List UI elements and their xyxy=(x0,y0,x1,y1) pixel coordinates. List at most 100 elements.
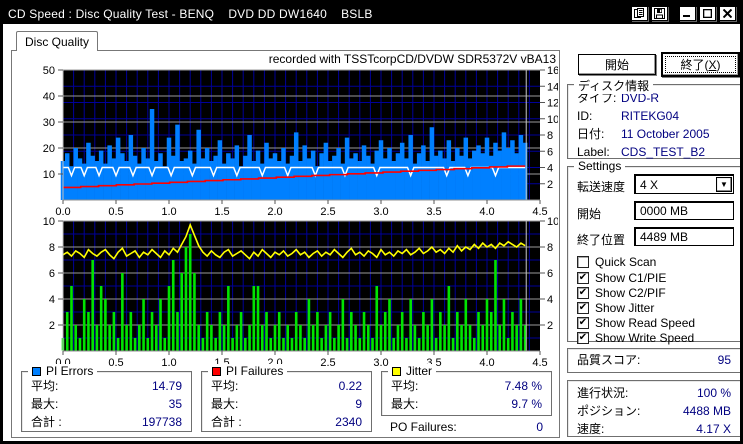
svg-text:6: 6 xyxy=(49,268,55,280)
svg-text:2.5: 2.5 xyxy=(320,357,335,369)
title-bar: CD Speed : Disc Quality Test - BENQ DVD … xyxy=(3,3,740,24)
svg-text:50: 50 xyxy=(43,65,55,77)
save-button[interactable] xyxy=(651,6,668,21)
end-position-input[interactable]: 4489 MB xyxy=(634,227,734,246)
stat-value: 9 xyxy=(355,397,362,411)
svg-text:3.0: 3.0 xyxy=(373,206,388,218)
svg-text:8: 8 xyxy=(49,242,55,254)
svg-text:2.5: 2.5 xyxy=(320,206,335,218)
svg-text:8: 8 xyxy=(547,242,553,254)
svg-text:4: 4 xyxy=(49,294,55,306)
svg-text:2: 2 xyxy=(547,179,553,191)
report-button[interactable] xyxy=(631,6,648,21)
combobox-arrow-icon[interactable]: ▼ xyxy=(716,177,732,192)
disc-id-value: RITEKG04 xyxy=(621,109,680,123)
exit-button[interactable]: 終了(X) xyxy=(661,52,740,77)
svg-text:2.0: 2.0 xyxy=(267,206,282,218)
svg-text:10: 10 xyxy=(43,216,55,228)
svg-text:1.0: 1.0 xyxy=(161,357,176,369)
pi-errors-legend: PI Errors xyxy=(46,364,94,378)
minimize-icon xyxy=(683,15,690,17)
stat-value: 2340 xyxy=(335,415,362,429)
stat-label: 最大: xyxy=(391,397,419,411)
checkbox-quick-scan[interactable]: Quick Scan xyxy=(577,255,656,269)
stat-label: 合計 : xyxy=(211,415,242,429)
svg-text:0.0: 0.0 xyxy=(55,206,70,218)
checkbox-show-read-speed[interactable]: ✔ Show Read Speed xyxy=(577,316,695,330)
svg-text:6: 6 xyxy=(547,146,553,158)
svg-text:0.5: 0.5 xyxy=(108,357,123,369)
checkbox-show-jitter[interactable]: ✔ Show Jitter xyxy=(577,301,654,315)
position-label: ポジション: xyxy=(577,404,641,418)
po-failures-value: 0 xyxy=(536,420,543,434)
speed-combobox[interactable]: 4 X ▼ xyxy=(634,174,734,194)
stat-label: 最大: xyxy=(31,397,59,411)
stat-label: 平均: xyxy=(391,379,419,393)
svg-text:4.5: 4.5 xyxy=(532,357,547,369)
checkbox-box[interactable]: ✔ xyxy=(577,286,589,299)
stat-value: 35 xyxy=(168,397,182,411)
checkbox-box[interactable]: ✔ xyxy=(577,271,589,284)
progress-label: 進行状況: xyxy=(577,386,629,400)
pi-failures-groupbox: PI Failures 平均: 0.22 最大: 9 合計 : 2340 xyxy=(201,364,372,432)
svg-text:12: 12 xyxy=(547,98,558,110)
checkbox-show-write-speed[interactable]: ✔ Show Write Speed xyxy=(577,331,694,345)
svg-text:4.0: 4.0 xyxy=(479,357,494,369)
jitter-groupbox: Jitter 平均: 7.48 % 最大: 9.7 % xyxy=(381,364,552,416)
svg-text:10: 10 xyxy=(547,114,558,126)
quality-score-box: 品質スコア: 95 xyxy=(567,348,740,373)
end-position-label: 終了位置 xyxy=(577,233,626,247)
start-button[interactable]: 開始 xyxy=(578,54,656,75)
svg-text:40: 40 xyxy=(43,91,55,103)
svg-text:0.5: 0.5 xyxy=(108,206,123,218)
speed-readout-label: 速度: xyxy=(577,422,605,436)
minimize-button[interactable] xyxy=(679,6,696,21)
progress-box: 進行状況: 100 % ポジション: 4488 MB 速度: 4.17 X xyxy=(567,380,740,437)
quality-score-label: 品質スコア: xyxy=(577,353,641,367)
settings-legend: Settings xyxy=(574,159,626,173)
stat-value: 14.79 xyxy=(151,379,182,393)
checkbox-show-c2-pif[interactable]: ✔ Show C2/PIF xyxy=(577,286,666,300)
stat-label: 平均: xyxy=(31,379,59,393)
stat-value: 197738 xyxy=(141,415,182,429)
app-window: CD Speed : Disc Quality Test - BENQ DVD … xyxy=(0,0,743,444)
tab-disc-quality[interactable]: Disc Quality xyxy=(16,31,98,51)
svg-text:4: 4 xyxy=(547,163,553,175)
stat-label: 最大: xyxy=(211,397,239,411)
stat-value: 0.22 xyxy=(338,379,362,393)
progress-value: 100 % xyxy=(696,386,731,400)
svg-text:1.5: 1.5 xyxy=(214,206,229,218)
svg-text:4.5: 4.5 xyxy=(532,206,547,218)
svg-text:4.0: 4.0 xyxy=(479,206,494,218)
disc-info-label: Label: xyxy=(577,145,610,159)
disc-info-label: ID: xyxy=(577,109,593,123)
stat-label: 合計 : xyxy=(31,415,62,429)
save-icon xyxy=(654,8,665,19)
po-failures-row: PO Failures: 0 xyxy=(381,420,552,434)
checkbox-box[interactable]: ✔ xyxy=(577,331,589,344)
checkbox-box[interactable]: ✔ xyxy=(577,301,589,314)
disc-date-value: 11 October 2005 xyxy=(621,127,710,141)
svg-text:30: 30 xyxy=(43,117,55,129)
report-icon xyxy=(634,8,644,18)
pi-failures-legend-swatch xyxy=(212,366,221,376)
po-failures-label: PO Failures: xyxy=(390,420,457,434)
start-position-input[interactable]: 0000 MB xyxy=(634,201,734,220)
stat-label: 平均: xyxy=(211,379,239,393)
checkbox-box[interactable] xyxy=(577,255,589,268)
svg-text:10: 10 xyxy=(547,216,558,228)
svg-text:3.5: 3.5 xyxy=(426,206,441,218)
svg-text:14: 14 xyxy=(547,81,558,93)
checkbox-show-c1-pie[interactable]: ✔ Show C1/PIE xyxy=(577,271,666,285)
svg-text:6: 6 xyxy=(547,268,553,280)
tab-label: Disc Quality xyxy=(24,34,89,49)
disc-info-legend: ディスク情報 xyxy=(574,77,654,94)
checkbox-box[interactable]: ✔ xyxy=(577,316,589,329)
jitter-legend: Jitter xyxy=(406,364,433,378)
start-position-label: 開始 xyxy=(577,207,602,221)
disc-info-label: 日付: xyxy=(577,127,605,141)
close-button[interactable] xyxy=(719,6,736,21)
disc-label-value: CDS_TEST_B2 xyxy=(621,145,706,159)
maximize-button[interactable] xyxy=(699,6,716,21)
svg-text:10: 10 xyxy=(43,169,55,181)
